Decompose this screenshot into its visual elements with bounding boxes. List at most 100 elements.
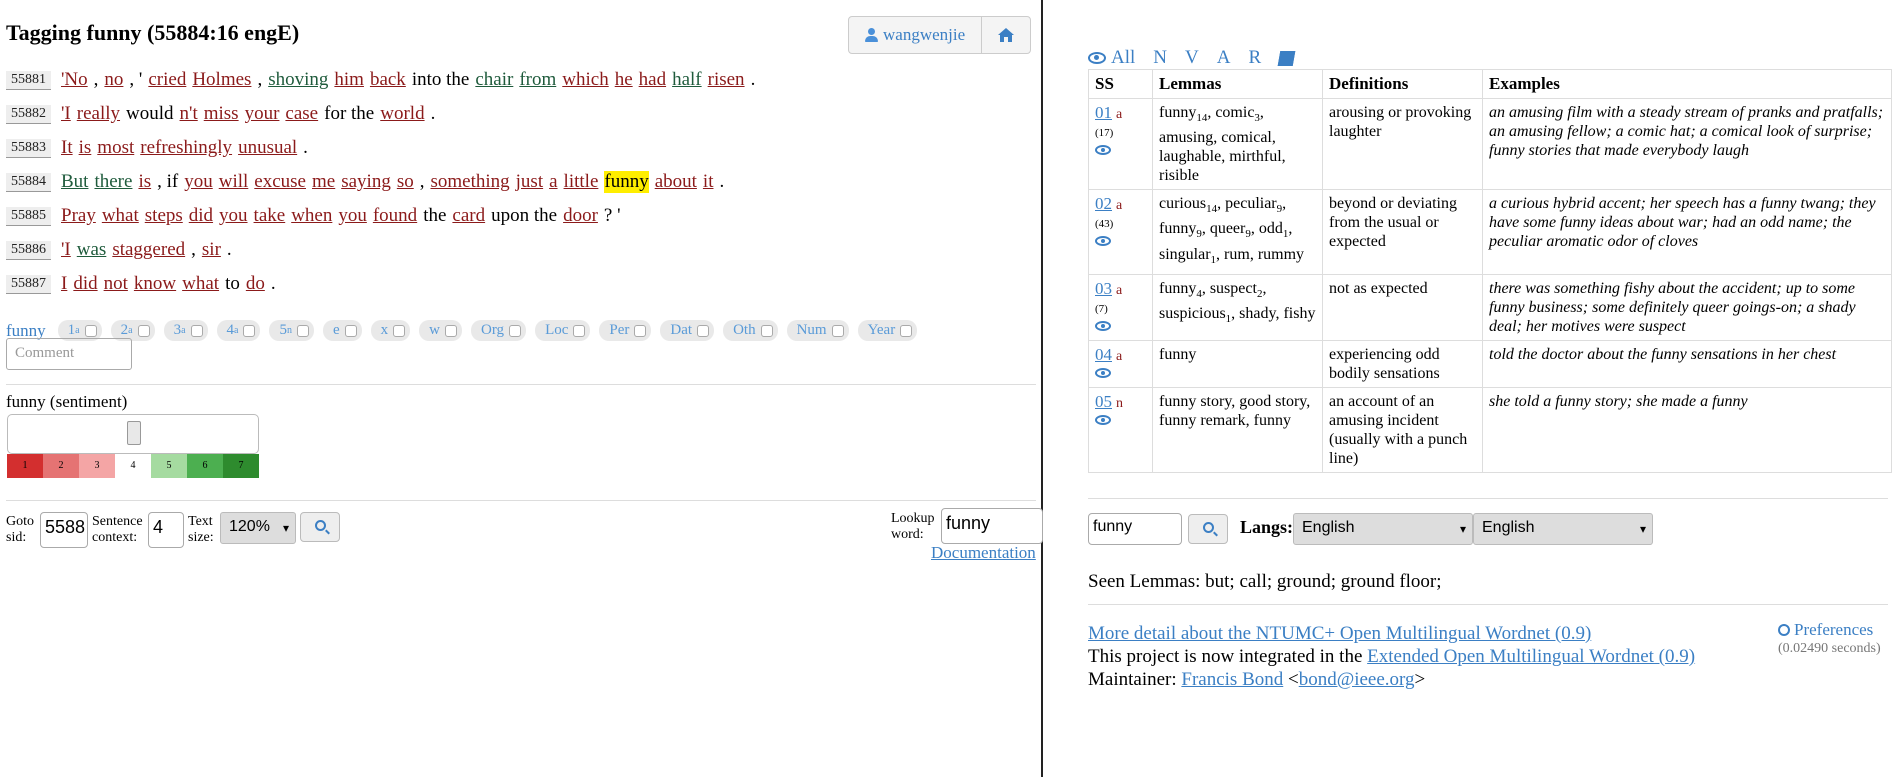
word-token[interactable]: risen <box>708 69 745 91</box>
filter-n[interactable]: N <box>1153 47 1167 69</box>
synset-link[interactable]: 01 <box>1095 103 1112 122</box>
tag-checkbox[interactable] <box>190 324 203 337</box>
word-token[interactable]: what <box>182 273 219 295</box>
word-token[interactable]: Pray <box>61 205 96 227</box>
word-token[interactable]: not <box>104 273 128 295</box>
tag-checkbox[interactable] <box>296 324 309 337</box>
eye-icon[interactable] <box>1095 367 1111 378</box>
preferences-link[interactable]: Preferences <box>1778 620 1873 640</box>
sentence-id[interactable]: 55884 <box>6 172 51 192</box>
word-token[interactable]: little <box>564 171 599 193</box>
sentiment-value[interactable]: 1 <box>7 454 43 478</box>
word-token[interactable]: there <box>94 171 132 193</box>
tag-chip[interactable]: e <box>322 320 362 341</box>
sentiment-slider[interactable] <box>7 414 259 454</box>
word-token[interactable]: It <box>61 137 73 159</box>
word-token[interactable]: sir <box>202 239 221 261</box>
word-token[interactable]: saying <box>341 171 391 193</box>
wordnet-search-input[interactable]: funny <box>1088 513 1182 545</box>
word-token[interactable]: excuse <box>254 171 306 193</box>
word-token[interactable]: is <box>138 171 151 193</box>
lang-select-1[interactable]: English <box>1293 513 1473 545</box>
word-token[interactable]: world <box>380 103 424 125</box>
word-token[interactable]: do <box>246 273 265 295</box>
tag-chip[interactable]: 5n <box>269 320 314 341</box>
word-token[interactable]: Holmes <box>192 69 251 91</box>
extended-omw-link[interactable]: Extended Open Multilingual Wordnet (0.9) <box>1367 646 1695 667</box>
word-token[interactable]: 'I <box>61 239 71 261</box>
filter-r[interactable]: R <box>1248 47 1261 69</box>
tag-checkbox[interactable] <box>243 324 256 337</box>
word-token[interactable]: card <box>452 205 485 227</box>
word-token[interactable]: had <box>639 69 666 91</box>
word-token[interactable]: found <box>373 205 417 227</box>
sentence-id[interactable]: 55883 <box>6 138 51 158</box>
sentiment-value[interactable]: 7 <box>223 454 259 478</box>
tag-checkbox[interactable] <box>84 324 97 337</box>
word-token[interactable]: a <box>549 171 557 193</box>
sentence-id[interactable]: 55881 <box>6 70 51 90</box>
word-token[interactable]: will <box>219 171 249 193</box>
word-token[interactable]: what <box>102 205 139 227</box>
tag-chip[interactable]: 4a <box>216 320 261 341</box>
tag-chip[interactable]: Dat <box>660 320 715 341</box>
synset-link[interactable]: 02 <box>1095 194 1112 213</box>
word-token[interactable]: him <box>334 69 364 91</box>
goto-sid-input[interactable]: 5588 <box>40 512 88 548</box>
word-token[interactable]: staggered <box>112 239 185 261</box>
word-token[interactable]: refreshingly <box>140 137 232 159</box>
sentiment-value[interactable]: 3 <box>79 454 115 478</box>
slider-handle[interactable] <box>127 421 141 445</box>
tag-checkbox[interactable] <box>634 324 647 337</box>
word-token[interactable]: it <box>703 171 714 193</box>
sentiment-value[interactable]: 4 <box>115 454 151 478</box>
tag-chip[interactable]: Num <box>786 320 849 341</box>
word-token[interactable]: you <box>338 205 367 227</box>
maintainer-email[interactable]: bond@ieee.org <box>1299 669 1415 690</box>
sentence-id[interactable]: 55887 <box>6 274 51 294</box>
tag-checkbox[interactable] <box>137 324 150 337</box>
word-token[interactable]: you <box>184 171 213 193</box>
tag-checkbox[interactable] <box>573 324 586 337</box>
word-token[interactable]: about <box>655 171 697 193</box>
word-token[interactable]: did <box>189 205 213 227</box>
sentence-id[interactable]: 55886 <box>6 240 51 260</box>
word-token[interactable]: did <box>73 273 97 295</box>
wordnet-search-button[interactable] <box>1188 514 1228 544</box>
textsize-select[interactable]: 120% <box>220 512 296 544</box>
word-token[interactable]: shoving <box>268 69 328 91</box>
word-token[interactable]: know <box>134 273 176 295</box>
word-token[interactable]: so <box>397 171 414 193</box>
synset-link[interactable]: 04 <box>1095 345 1112 364</box>
comment-field[interactable]: Comment <box>6 338 132 370</box>
lang-select-2[interactable]: English <box>1473 513 1653 545</box>
user-button[interactable]: wangwenjie <box>849 17 981 53</box>
word-token[interactable]: something <box>430 171 509 193</box>
word-token[interactable]: you <box>219 205 248 227</box>
word-token[interactable]: when <box>291 205 332 227</box>
word-token[interactable]: I <box>61 273 67 295</box>
sentence-id[interactable]: 55882 <box>6 104 51 124</box>
tag-chip[interactable]: w <box>419 320 462 341</box>
current-word[interactable]: funny <box>604 171 649 193</box>
word-token[interactable]: n't <box>180 103 198 125</box>
filter-all[interactable]: All <box>1111 47 1135 69</box>
synset-link[interactable]: 03 <box>1095 279 1112 298</box>
word-token[interactable]: half <box>672 69 702 91</box>
word-token[interactable]: back <box>370 69 406 91</box>
word-token[interactable]: no <box>104 69 123 91</box>
synset-link[interactable]: 05 <box>1095 392 1112 411</box>
tag-chip[interactable]: Org <box>471 320 527 341</box>
tag-checkbox[interactable] <box>344 324 357 337</box>
context-input[interactable]: 4 <box>148 512 184 548</box>
tag-chip[interactable]: Loc <box>535 320 591 341</box>
sentence-id[interactable]: 55885 <box>6 206 51 226</box>
more-detail-link[interactable]: More detail about the NTUMC+ Open Multil… <box>1088 623 1591 644</box>
tag-checkbox[interactable] <box>509 324 522 337</box>
tag-chip[interactable]: Per <box>599 320 652 341</box>
eye-icon[interactable] <box>1095 414 1111 425</box>
word-token[interactable]: chair <box>475 69 513 91</box>
word-token[interactable]: 'No <box>61 69 88 91</box>
filter-v[interactable]: V <box>1185 47 1199 69</box>
tag-chip[interactable]: Oth <box>723 320 778 341</box>
